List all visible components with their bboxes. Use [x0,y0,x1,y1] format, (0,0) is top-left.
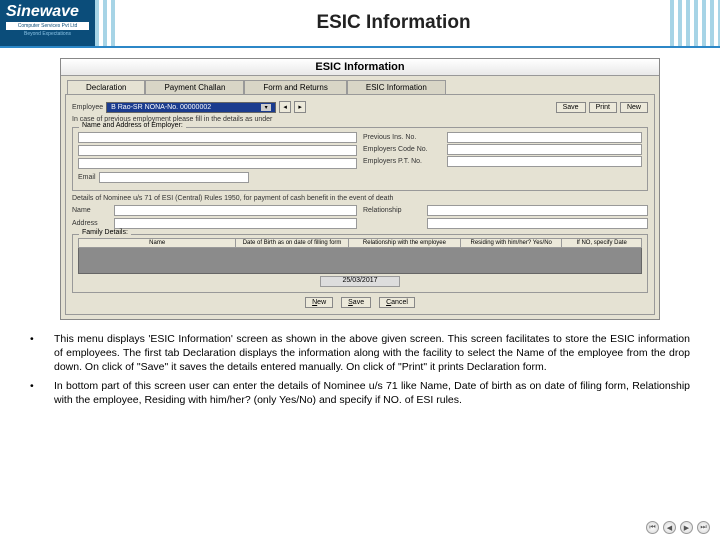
employer-name-input[interactable] [78,132,357,143]
family-col-ifno: If NO, specify Date [562,239,641,247]
family-col-rel: Relationship with the employee [349,239,461,247]
email-input[interactable] [99,172,249,183]
nominee-name-label: Name [72,207,110,214]
family-group: Family Details: Name Date of Birth as on… [72,234,648,293]
employer-group-legend: Name and Address of Employer: [79,122,186,129]
chevron-down-icon: ▾ [261,104,271,111]
app-window: ESIC Information Declaration Payment Cha… [60,58,660,320]
employee-label: Employee [72,104,103,111]
footer-save-button[interactable]: Save [341,297,371,308]
nav-next-button[interactable]: ▶ [680,521,693,534]
nominee-note: Details of Nominee u/s 71 of ESI (Centra… [72,195,648,202]
decor-stripes-right [670,0,720,46]
employer-addr1-input[interactable] [78,145,357,156]
family-date-display: 25/03/2017 [320,276,400,287]
nominee-name-input[interactable] [114,205,357,216]
family-col-reside: Residing with him/her? Yes/No [461,239,562,247]
footer-cancel-button[interactable]: Cancel [379,297,415,308]
employer-group: Name and Address of Employer: Previous I… [72,127,648,191]
emp-code-input[interactable] [447,144,642,155]
family-group-legend: Family Details: [79,229,131,236]
print-button[interactable]: Print [589,102,617,113]
brand-name: Sinewave [6,3,89,21]
save-button[interactable]: Save [556,102,586,113]
decor-stripes-left [95,0,117,46]
tab-payment-challan[interactable]: Payment Challan [145,80,244,94]
tab-form-returns[interactable]: Form and Returns [244,80,346,94]
brand-logo: Sinewave Computer Services Pvt Ltd Beyon… [0,0,95,46]
prev-ins-label: Previous Ins. No. [363,134,443,141]
nav-first-button[interactable]: ⏮ [646,521,659,534]
new-button[interactable]: New [620,102,648,113]
emp-pt-input[interactable] [447,156,642,167]
family-table-header: Name Date of Birth as on date of filling… [78,238,642,248]
employee-dropdown[interactable]: B Rao-SR NONA-No. 00000002 ▾ [106,102,276,113]
title-area: ESIC Information [117,0,670,46]
employer-addr2-input[interactable] [78,158,357,169]
slide-nav: ⏮ ◀ ▶ ⏭ [646,521,710,534]
emp-pt-label: Employers P.T. No. [363,158,443,165]
nav-last-button[interactable]: ⏭ [697,521,710,534]
page-title: ESIC Information [316,12,470,34]
brand-tagline: Beyond Expectations [6,31,89,37]
nav-prev-button[interactable]: ◀ [663,521,676,534]
family-col-name: Name [79,239,236,247]
footer-buttons: NNewew Save Cancel [72,293,648,310]
employee-selected: B Rao-SR NONA-No. 00000002 [111,104,211,111]
tab-declaration[interactable]: Declaration [67,80,145,94]
header-bar: Sinewave Computer Services Pvt Ltd Beyon… [0,0,720,48]
brand-sub: Computer Services Pvt Ltd [6,22,89,30]
prev-ins-input[interactable] [447,132,642,143]
nominee-addr-input[interactable] [114,218,357,229]
nominee-rel-label: Relationship [363,207,423,214]
footer-new-button[interactable]: NNewew [305,297,333,308]
family-table-body[interactable] [78,248,642,274]
description-text: •This menu displays 'ESIC Information' s… [30,332,690,407]
window-titlebar: ESIC Information [61,59,659,76]
tab-panel: Employee B Rao-SR NONA-No. 00000002 ▾ ◂ … [65,94,655,315]
family-col-dob: Date of Birth as on date of filling form [236,239,348,247]
desc-para-1: This menu displays 'ESIC Information' sc… [54,332,690,375]
emp-code-label: Employers Code No. [363,146,443,153]
tab-strip: Declaration Payment Challan Form and Ret… [61,76,659,94]
tab-esic-information[interactable]: ESIC Information [347,80,446,94]
prev-record-button[interactable]: ◂ [279,101,291,113]
nominee-addr-label: Address [72,220,110,227]
nominee-rel-input[interactable] [427,205,648,216]
email-label: Email [78,174,96,181]
desc-para-2: In bottom part of this screen user can e… [54,379,690,407]
nominee-extra-input[interactable] [427,218,648,229]
next-record-button[interactable]: ▸ [294,101,306,113]
